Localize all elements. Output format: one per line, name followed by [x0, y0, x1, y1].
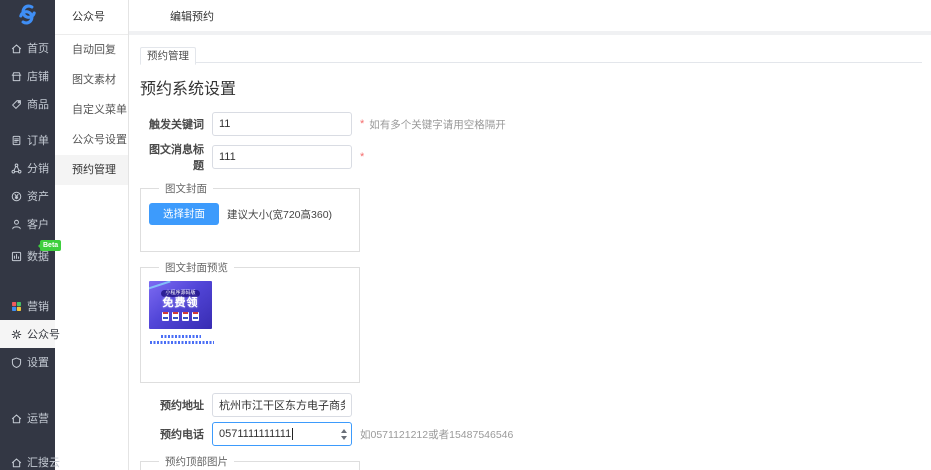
- submenu-header: 公众号: [55, 0, 128, 35]
- banner-chip: [162, 312, 169, 321]
- operate-icon: [10, 412, 23, 425]
- customer-icon: [10, 218, 23, 231]
- topbar: 编辑预约: [129, 0, 931, 31]
- banner-chip: [172, 312, 179, 321]
- topbar-title: 编辑预约: [170, 8, 214, 24]
- number-spinner: [341, 423, 347, 445]
- sidebar-item-data[interactable]: 数据Beta: [0, 242, 55, 270]
- order-icon: [10, 134, 23, 147]
- form-row-title: 图文消息标题 *: [140, 141, 931, 173]
- sidebar-item-home[interactable]: 首页: [0, 34, 55, 62]
- sidebar-item-label: 客户: [27, 216, 49, 232]
- sidebar-item-operate[interactable]: 运营: [0, 404, 55, 432]
- banner-ribbon-text: 小程序源码版: [161, 290, 199, 297]
- logo-icon: [15, 2, 40, 32]
- submenu-nav: 自动回复图文素材自定义菜单公众号设置预约管理: [55, 35, 128, 185]
- sidebar-nav: 首页店铺商品订单分销资产客户数据Beta 营销公众号设置运营汇搜云: [0, 34, 55, 470]
- banner-chip: [192, 312, 199, 321]
- address-input[interactable]: [212, 393, 352, 417]
- address-label: 预约地址: [140, 397, 212, 413]
- sidebar-item-assets[interactable]: 资产: [0, 182, 55, 210]
- sidebar-item-gear[interactable]: 公众号: [0, 320, 55, 348]
- sidebar-item-label: 运营: [27, 410, 49, 426]
- sidebar-item-label: 设置: [27, 354, 49, 370]
- spinner-down-button[interactable]: [341, 436, 347, 440]
- spinner-up-button[interactable]: [341, 429, 347, 433]
- sidebar-item-shop[interactable]: 店铺: [0, 62, 55, 90]
- form-row-phone: 预约电话 0571111111111 如0571121212或者15487546…: [140, 422, 931, 446]
- app-logo[interactable]: [0, 0, 55, 34]
- sidebar-item-share[interactable]: 分销: [0, 154, 55, 182]
- submenu-item[interactable]: 公众号设置: [55, 125, 128, 155]
- keyword-label: 触发关键词: [140, 116, 212, 132]
- sub-sidebar: 公众号 自动回复图文素材自定义菜单公众号设置预约管理: [55, 0, 129, 470]
- sidebar-item-label: 汇搜云: [27, 454, 60, 470]
- share-icon: [10, 162, 23, 175]
- cover-fieldset: 图文封面 选择封面 建议大小(宽720高360): [140, 181, 360, 252]
- title-input[interactable]: [212, 145, 352, 169]
- sidebar-item-customer[interactable]: 客户: [0, 210, 55, 238]
- sidebar-item-label: 商品: [27, 96, 49, 112]
- sidebar-item-goods[interactable]: 商品: [0, 90, 55, 118]
- banner-main-text: 免费领: [163, 297, 199, 310]
- submenu-item[interactable]: 预约管理: [55, 155, 128, 185]
- sidebar-item-label: 首页: [27, 40, 49, 56]
- app-root: 首页店铺商品订单分销资产客户数据Beta营销公众号设置运营汇搜云 公众号 自动回…: [0, 0, 931, 470]
- cover-preview-legend: 图文封面预览: [159, 260, 234, 275]
- cover-preview-fieldset: 图文封面预览 小程序源码版 免费领: [140, 260, 360, 383]
- sidebar-item-label: 分销: [27, 160, 49, 176]
- sidebar-item-label: 订单: [27, 132, 49, 148]
- home-icon: [10, 42, 23, 55]
- submenu-item[interactable]: 自动回复: [55, 35, 128, 65]
- page-title: 预约系统设置: [140, 75, 931, 99]
- title-label: 图文消息标题: [140, 141, 212, 173]
- content-card: 预约管理 预约系统设置 触发关键词 * 如有多个关键字请用空格隔开 图文消息标题…: [129, 35, 931, 470]
- top-image-fieldset: 预约顶部图片 选择封面 建议大小(宽720高360): [140, 454, 360, 470]
- assets-icon: [10, 190, 23, 203]
- cover-row: 选择封面 建议大小(宽720高360): [149, 203, 351, 225]
- form-row-address: 预约地址: [140, 393, 931, 417]
- sidebar-item-order[interactable]: 订单: [0, 126, 55, 154]
- preview-spacer: [149, 344, 351, 368]
- title-required-star: *: [360, 151, 364, 163]
- cover-legend: 图文封面: [159, 181, 213, 196]
- sidebar-item-label: 公众号: [27, 326, 60, 342]
- submenu-item[interactable]: 图文素材: [55, 65, 128, 95]
- choose-cover-button[interactable]: 选择封面: [149, 203, 219, 225]
- sidebar-item-label: 营销: [27, 298, 49, 314]
- sidebar-item-label: 资产: [27, 188, 49, 204]
- phone-value: 0571111111111: [219, 428, 291, 440]
- tab-appointment-management[interactable]: 预约管理: [140, 47, 196, 65]
- cover-size-hint: 建议大小(宽720高360): [227, 207, 332, 222]
- phone-input[interactable]: 0571111111111: [212, 422, 352, 446]
- shop-icon: [10, 70, 23, 83]
- main-area: 编辑预约 预约管理 预约系统设置 触发关键词 * 如有多个关键字请用空格隔开 图…: [129, 0, 931, 470]
- sidebar-item-marketing[interactable]: 营销: [0, 292, 55, 320]
- goods-icon: [10, 98, 23, 111]
- sidebar-item-shield[interactable]: 设置: [0, 348, 55, 376]
- banner-caption-line: [161, 335, 201, 338]
- data-icon: [10, 250, 23, 263]
- banner-chips: [162, 312, 199, 321]
- form-row-keyword: 触发关键词 * 如有多个关键字请用空格隔开: [140, 112, 931, 136]
- sidebar-item-cloud[interactable]: 汇搜云: [0, 448, 55, 470]
- cloud-icon: [10, 456, 23, 469]
- top-image-legend: 预约顶部图片: [159, 454, 234, 469]
- sidebar-item-label: 店铺: [27, 68, 49, 84]
- main-sidebar: 首页店铺商品订单分销资产客户数据Beta 营销公众号设置运营汇搜云: [0, 0, 55, 470]
- text-caret: [292, 428, 293, 440]
- keyword-input[interactable]: [212, 112, 352, 136]
- gear-icon: [10, 328, 23, 341]
- tab-bar: 预约管理: [140, 45, 922, 63]
- phone-label: 预约电话: [140, 426, 212, 442]
- beta-badge: Beta: [40, 240, 61, 251]
- keyword-required-star: *: [360, 118, 364, 130]
- keyword-hint: 如有多个关键字请用空格隔开: [369, 117, 506, 132]
- marketing-icon: [10, 300, 23, 313]
- banner-chip: [182, 312, 189, 321]
- phone-hint: 如0571121212或者15487546546: [360, 427, 513, 442]
- shield-icon: [10, 356, 23, 369]
- submenu-item[interactable]: 自定义菜单: [55, 95, 128, 125]
- cover-preview-image: 小程序源码版 免费领: [149, 281, 212, 329]
